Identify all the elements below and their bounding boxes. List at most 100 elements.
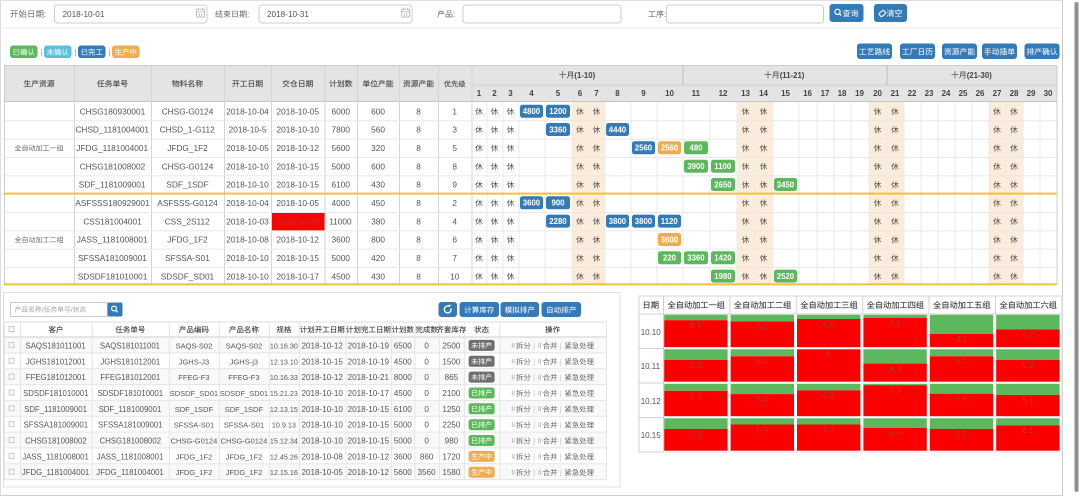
svg-text:5000: 5000 bbox=[394, 421, 413, 430]
svg-text:6.2: 6.2 bbox=[823, 390, 835, 400]
svg-text:4440: 4440 bbox=[609, 125, 627, 134]
svg-text:4.2: 4.2 bbox=[1022, 329, 1034, 339]
svg-text:13: 13 bbox=[741, 89, 750, 98]
svg-text:23: 23 bbox=[925, 89, 934, 98]
svg-text:5.2: 5.2 bbox=[956, 429, 968, 439]
svg-text:30: 30 bbox=[1044, 89, 1053, 98]
svg-text:10.16.33: 10.16.33 bbox=[270, 373, 298, 382]
svg-text:2018-10-5: 2018-10-5 bbox=[229, 125, 267, 135]
svg-text:0: 0 bbox=[424, 357, 429, 366]
svg-text:3600: 3600 bbox=[332, 235, 351, 245]
svg-text:12.13.10: 12.13.10 bbox=[270, 357, 298, 366]
svg-text:SFSSA181009001: SFSSA181009001 bbox=[24, 421, 89, 430]
svg-text:2280: 2280 bbox=[549, 217, 567, 226]
svg-text:|: | bbox=[560, 375, 562, 382]
svg-text:CSS_2S112: CSS_2S112 bbox=[165, 216, 210, 226]
svg-text:2: 2 bbox=[492, 89, 497, 98]
svg-text:|: | bbox=[560, 439, 562, 446]
svg-text:8: 8 bbox=[826, 349, 831, 359]
svg-text:SDF_1181009001: SDF_1181009001 bbox=[79, 180, 146, 190]
svg-text:5.2: 5.2 bbox=[690, 429, 702, 439]
svg-text:SAQS-S02: SAQS-S02 bbox=[176, 341, 213, 350]
svg-text:8000: 8000 bbox=[394, 373, 413, 382]
svg-text:5.3: 5.3 bbox=[757, 394, 769, 404]
svg-text:8: 8 bbox=[416, 161, 421, 171]
svg-text:3360: 3360 bbox=[549, 125, 567, 134]
svg-text:600: 600 bbox=[371, 106, 385, 116]
svg-text:|: | bbox=[533, 375, 535, 382]
svg-text:12: 12 bbox=[719, 89, 728, 98]
svg-text:450: 450 bbox=[371, 198, 385, 208]
svg-text:3800: 3800 bbox=[635, 217, 653, 226]
svg-text:SDF_1SDF: SDF_1SDF bbox=[166, 180, 208, 190]
svg-text:2018-10-21: 2018-10-21 bbox=[348, 373, 390, 382]
svg-text:JFDG_1F2: JFDG_1F2 bbox=[176, 452, 213, 461]
svg-text:5: 5 bbox=[556, 89, 561, 98]
svg-text:4500: 4500 bbox=[332, 271, 351, 281]
svg-text:600: 600 bbox=[371, 161, 385, 171]
svg-text:220: 220 bbox=[663, 254, 677, 263]
svg-text:(21-30): (21-30) bbox=[967, 71, 993, 80]
svg-text:|: | bbox=[560, 454, 562, 461]
svg-text:SDSDF_SD01: SDSDF_SD01 bbox=[161, 271, 215, 281]
svg-text:1100: 1100 bbox=[714, 162, 732, 171]
svg-text:2018-10-09: 2018-10-09 bbox=[277, 216, 320, 226]
svg-text:2018-10-12: 2018-10-12 bbox=[302, 341, 344, 350]
svg-text:18: 18 bbox=[838, 89, 847, 98]
svg-text:0: 0 bbox=[424, 389, 429, 398]
svg-text:JFDG_1F2: JFDG_1F2 bbox=[176, 468, 213, 477]
svg-text:5600: 5600 bbox=[332, 143, 351, 153]
svg-text:2018-10-08: 2018-10-08 bbox=[302, 452, 344, 461]
svg-text:420: 420 bbox=[371, 253, 385, 263]
svg-text:2018-10-08: 2018-10-08 bbox=[226, 235, 269, 245]
svg-text:6: 6 bbox=[578, 89, 583, 98]
svg-text:4: 4 bbox=[529, 89, 534, 98]
svg-text:2018-10-17: 2018-10-17 bbox=[348, 389, 390, 398]
svg-text:5.2: 5.2 bbox=[1022, 360, 1034, 370]
svg-text:3: 3 bbox=[452, 125, 457, 135]
svg-text:6.1: 6.1 bbox=[1022, 425, 1034, 435]
svg-text:JFDG_1F2: JFDG_1F2 bbox=[167, 235, 208, 245]
svg-text:/: / bbox=[71, 307, 73, 314]
svg-text:15.12.34: 15.12.34 bbox=[270, 437, 298, 446]
svg-text:JGHS181012001: JGHS181012001 bbox=[26, 357, 86, 366]
svg-text::: : bbox=[247, 10, 249, 19]
svg-text:2018-10-03: 2018-10-03 bbox=[226, 216, 269, 226]
svg-text:|: | bbox=[533, 454, 535, 461]
svg-text:0: 0 bbox=[424, 421, 429, 430]
svg-text:3560: 3560 bbox=[418, 468, 437, 477]
svg-text:CHSG181008002: CHSG181008002 bbox=[80, 161, 146, 171]
svg-text:JGHS181012001: JGHS181012001 bbox=[100, 357, 160, 366]
svg-text:10.9.13: 10.9.13 bbox=[272, 421, 296, 430]
svg-text:22: 22 bbox=[908, 89, 917, 98]
svg-text:SFSSA181009001: SFSSA181009001 bbox=[78, 253, 147, 263]
svg-text:5000: 5000 bbox=[332, 253, 351, 263]
svg-text:17: 17 bbox=[821, 89, 830, 98]
svg-text:28: 28 bbox=[1010, 89, 1019, 98]
svg-text:JFDG_1F2: JFDG_1F2 bbox=[167, 143, 208, 153]
svg-text:3600: 3600 bbox=[523, 199, 541, 208]
svg-text:CHSG180930001: CHSG180930001 bbox=[80, 106, 146, 116]
svg-text:2018-10-10: 2018-10-10 bbox=[277, 125, 320, 135]
svg-text:1120: 1120 bbox=[661, 217, 679, 226]
svg-text:JASS_1181008001: JASS_1181008001 bbox=[97, 452, 164, 461]
svg-text:JFDG_1F2: JFDG_1F2 bbox=[226, 452, 263, 461]
svg-text:6.1: 6.1 bbox=[757, 356, 769, 366]
svg-text:3800: 3800 bbox=[609, 217, 627, 226]
svg-text:3: 3 bbox=[508, 89, 513, 98]
svg-text:|: | bbox=[533, 470, 535, 477]
svg-text:7: 7 bbox=[452, 253, 457, 263]
svg-text:8: 8 bbox=[416, 143, 421, 153]
svg-text:5.1: 5.1 bbox=[1022, 395, 1034, 405]
svg-text:2018-10-04: 2018-10-04 bbox=[226, 106, 269, 116]
svg-text:7: 7 bbox=[594, 89, 599, 98]
svg-text:1200: 1200 bbox=[549, 107, 567, 116]
svg-text:10.12: 10.12 bbox=[641, 397, 662, 406]
svg-text:SDF_1SDF: SDF_1SDF bbox=[175, 405, 214, 414]
svg-text:2018-10-15: 2018-10-15 bbox=[302, 357, 344, 366]
svg-text:|: | bbox=[533, 343, 535, 350]
svg-text:9: 9 bbox=[641, 89, 646, 98]
svg-text:2018-10-15: 2018-10-15 bbox=[277, 253, 320, 263]
svg-text:8: 8 bbox=[416, 253, 421, 263]
svg-text:26: 26 bbox=[976, 89, 985, 98]
